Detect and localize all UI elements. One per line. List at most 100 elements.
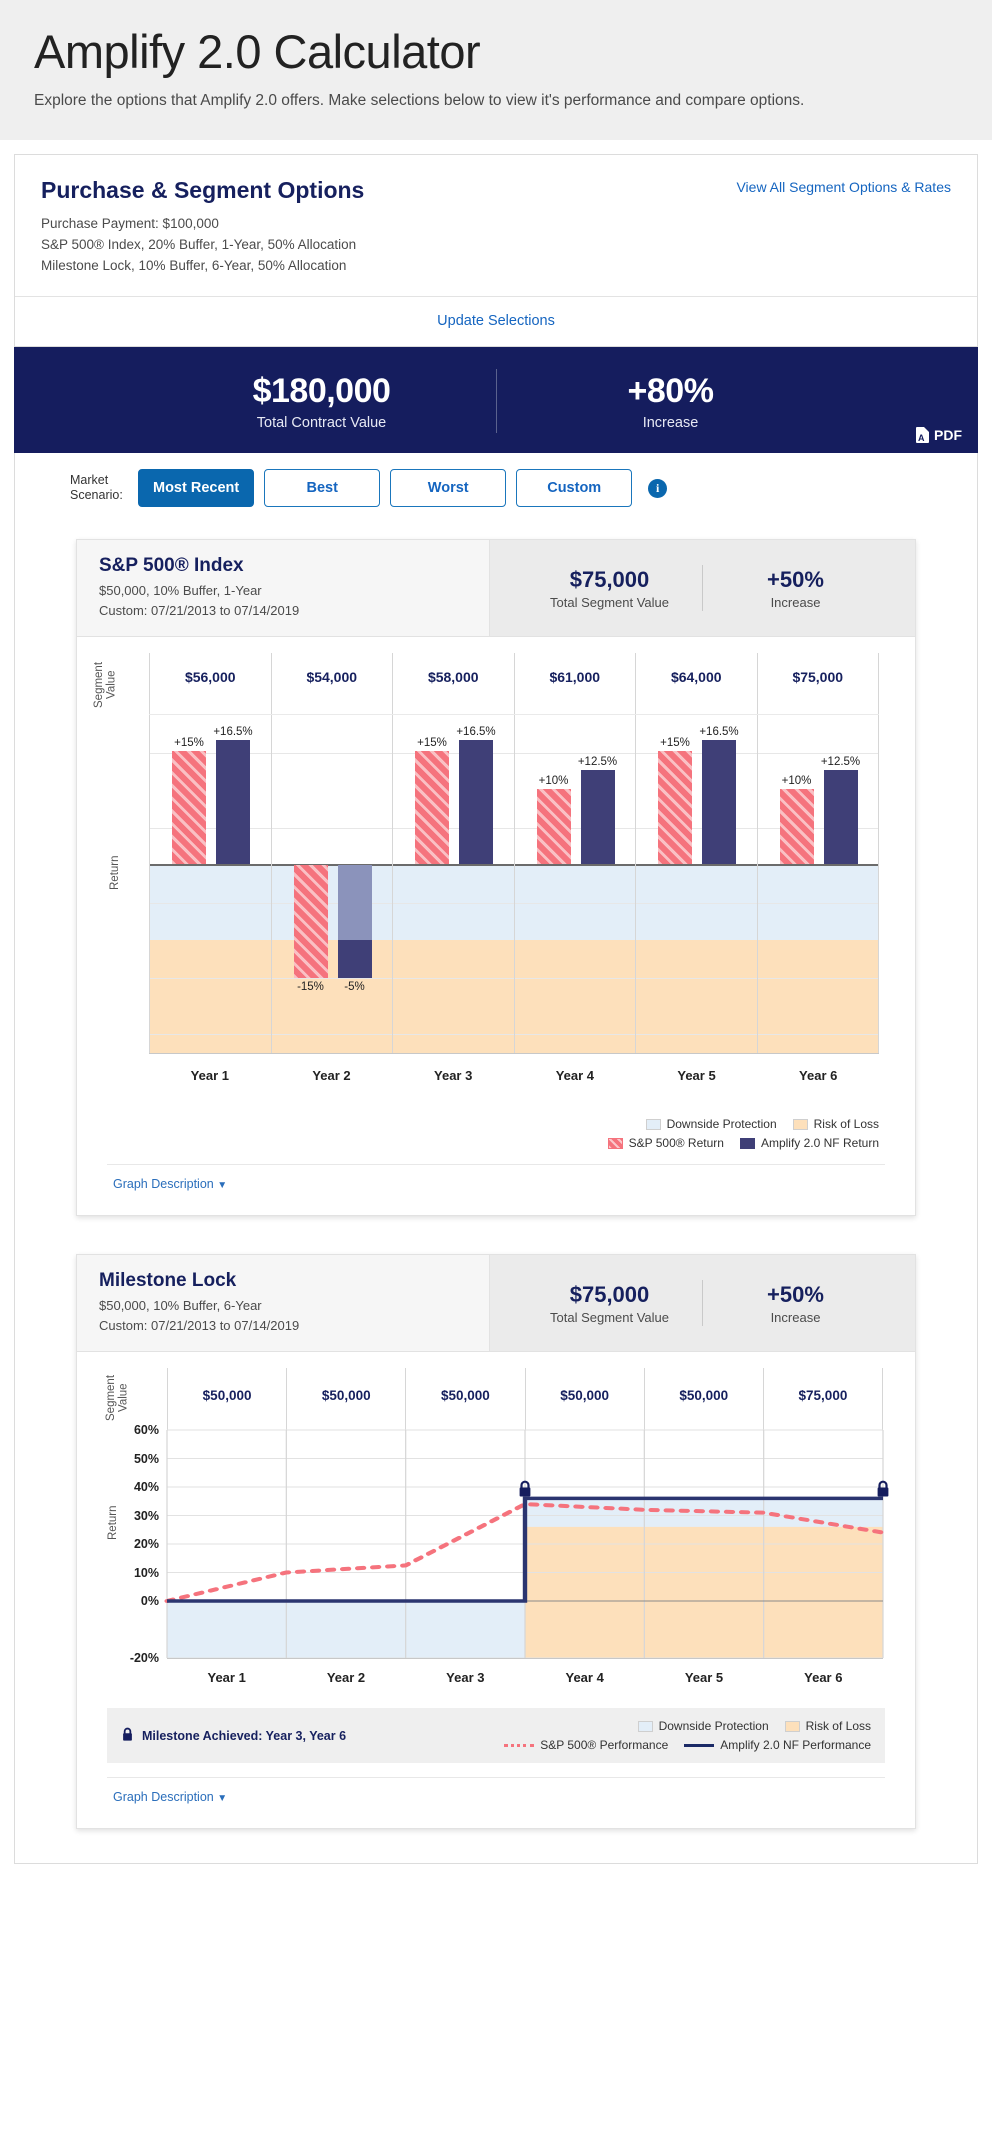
lock-icon (875, 1480, 891, 1498)
bar-chart-return-axis-label: Return (109, 843, 122, 903)
x-tick-year3: Year 3 (392, 1054, 514, 1105)
update-selections-button[interactable]: Update Selections (15, 297, 977, 346)
bar-column-year1: +15% +16.5% (149, 715, 271, 1053)
y-tick-40: 40% (134, 1480, 159, 1494)
segment-name: S&P 500® Index (99, 555, 467, 577)
bar-amplify-year5 (702, 740, 736, 864)
lock-icon (121, 1727, 134, 1745)
legend-label-downside-protection: Downside Protection (667, 1117, 777, 1131)
y-tick-30: 30% (134, 1509, 159, 1523)
bar-sp500-year5 (658, 751, 692, 864)
amplify-return-swatch-icon (740, 1138, 755, 1149)
amplify-performance-line-icon (684, 1744, 714, 1747)
segment-card-identity: S&P 500® Index $50,000, 10% Buffer, 1-Ye… (77, 540, 490, 636)
segment-value-year2: $54,000 (271, 653, 393, 714)
bar-sp500-year6 (780, 789, 814, 864)
segment-card-body: SegmentValue Return $50,000 $50,000 $50,… (77, 1352, 915, 1828)
chevron-down-icon: ▼ (217, 1180, 227, 1191)
legend-item-sp500-performance: S&P 500® Performance (504, 1738, 668, 1752)
legend-item-sp500-return: S&P 500® Return (608, 1136, 724, 1150)
line-chart-area: 60% 50% 40% 30% 20% 10% 0% -20% (167, 1430, 883, 1658)
bar-amplify-year4 (581, 770, 615, 864)
legend-item-risk-of-loss: Risk of Loss (793, 1117, 879, 1131)
ml-segment-value-year3: $50,000 (405, 1368, 524, 1430)
ml-x-tick-year1: Year 1 (167, 1659, 286, 1698)
bar-sp500-year1 (172, 751, 206, 864)
segment-sub1: $50,000, 10% Buffer, 6-Year (99, 1296, 467, 1316)
bar-chart-legend: Downside Protection Risk of Loss S&P 500… (91, 1105, 901, 1150)
ml-x-tick-year2: Year 2 (286, 1659, 405, 1698)
page-subtitle: Explore the options that Amplify 2.0 off… (34, 92, 958, 110)
pdf-download-button[interactable]: PDF (916, 427, 962, 443)
segment-card-header: Milestone Lock $50,000, 10% Buffer, 6-Ye… (77, 1255, 915, 1352)
content-wrap: View All Segment Options & Rates Purchas… (0, 140, 992, 1865)
segment-cards-area: S&P 500® Index $50,000, 10% Buffer, 1-Ye… (14, 523, 978, 1864)
segment-total-value-block: $75,000 Total Segment Value (517, 1282, 702, 1325)
downside-protection-swatch-icon (646, 1119, 661, 1130)
segment-increase-value: +50% (703, 567, 888, 593)
market-scenario-label: Market Scenario: (70, 473, 128, 504)
line-chart: SegmentValue Return $50,000 $50,000 $50,… (91, 1368, 901, 1698)
ml-segment-value-year4: $50,000 (525, 1368, 644, 1430)
segment-value-year6: $75,000 (757, 653, 880, 714)
bar-column-year2: -15% -5% (271, 715, 393, 1053)
purchase-panel-body: View All Segment Options & Rates Purchas… (15, 155, 977, 297)
pdf-file-icon (916, 427, 929, 443)
segment-card-body: SegmentValue Return $56,000 $54,000 $58,… (77, 637, 915, 1215)
sp500-selection-line: S&P 500® Index, 20% Buffer, 1-Year, 50% … (41, 235, 951, 256)
total-contract-value-block: $180,000 Total Contract Value (172, 372, 472, 431)
line-chart-segment-value-axis-label: SegmentValue (105, 1372, 130, 1424)
scenario-button-best[interactable]: Best (264, 469, 380, 507)
scenario-button-worst[interactable]: Worst (390, 469, 506, 507)
bar-chart-year-labels: Year 1 Year 2 Year 3 Year 4 Year 5 Year … (149, 1053, 879, 1105)
scenario-button-custom[interactable]: Custom (516, 469, 632, 507)
graph-description-toggle-milestone[interactable]: Graph Description ▼ (107, 1777, 885, 1818)
y-tick-60: 60% (134, 1423, 159, 1437)
view-all-segment-options-link[interactable]: View All Segment Options & Rates (736, 179, 951, 195)
x-tick-year6: Year 6 (757, 1054, 879, 1105)
scenario-button-most-recent[interactable]: Most Recent (138, 469, 254, 507)
segment-name: Milestone Lock (99, 1270, 467, 1292)
segment-increase-value: +50% (703, 1282, 888, 1308)
ml-segment-value-year6: $75,000 (763, 1368, 883, 1430)
x-tick-year5: Year 5 (636, 1054, 758, 1105)
sp500-return-swatch-icon (608, 1138, 623, 1149)
segment-sub2: Custom: 07/21/2013 to 07/14/2019 (99, 601, 467, 621)
ml-x-tick-year5: Year 5 (644, 1659, 763, 1698)
segment-card-sp500: S&P 500® Index $50,000, 10% Buffer, 1-Ye… (76, 539, 916, 1216)
bar-amplify-year6 (824, 770, 858, 864)
bar-label-amplify-year6: +12.5% (815, 756, 867, 768)
line-chart-plot: $50,000 $50,000 $50,000 $50,000 $50,000 … (167, 1368, 883, 1698)
risk-of-loss-swatch-icon (793, 1119, 808, 1130)
legend-row-bands: Downside Protection Risk of Loss (646, 1117, 879, 1131)
segment-card-milestone-lock: Milestone Lock $50,000, 10% Buffer, 6-Ye… (76, 1254, 916, 1829)
bar-amplify-year2 (338, 940, 372, 978)
milestone-selection-line: Milestone Lock, 10% Buffer, 6-Year, 50% … (41, 256, 951, 277)
legend-item-downside-protection: Downside Protection (638, 1719, 769, 1733)
purchase-segment-panel: View All Segment Options & Rates Purchas… (14, 154, 978, 348)
x-tick-year1: Year 1 (149, 1054, 271, 1105)
bar-chart-columns: +15% +16.5% -15% - (149, 715, 879, 1053)
y-tick-10: 10% (134, 1566, 159, 1580)
graph-description-toggle-sp500[interactable]: Graph Description ▼ (107, 1164, 885, 1205)
ml-segment-value-year2: $50,000 (286, 1368, 405, 1430)
legend-item-downside-protection: Downside Protection (646, 1117, 777, 1131)
ml-x-tick-year3: Year 3 (406, 1659, 525, 1698)
segment-value-year5: $64,000 (635, 653, 757, 714)
y-tick-0: 0% (141, 1594, 159, 1608)
segment-increase-block: +50% Increase (703, 1282, 888, 1325)
legend-label-amplify-return: Amplify 2.0 NF Return (761, 1136, 879, 1150)
bar-column-year3: +15% +16.5% (392, 715, 514, 1053)
ml-x-tick-year4: Year 4 (525, 1659, 644, 1698)
bar-label-sp500-year5: +15% (649, 737, 701, 749)
segment-card-stats: $75,000 Total Segment Value +50% Increas… (490, 540, 915, 636)
bar-chart: SegmentValue Return $56,000 $54,000 $58,… (91, 653, 901, 1105)
legend-item-amplify-return: Amplify 2.0 NF Return (740, 1136, 879, 1150)
bar-column-year5: +15% +16.5% (635, 715, 757, 1053)
segment-value-year3: $58,000 (392, 653, 514, 714)
info-icon[interactable]: i (648, 479, 667, 498)
bar-column-year4: +10% +12.5% (514, 715, 636, 1053)
band-downside-protection-early (167, 1601, 525, 1658)
legend-label-risk-of-loss: Risk of Loss (814, 1117, 879, 1131)
graph-description-label: Graph Description (113, 1790, 214, 1804)
